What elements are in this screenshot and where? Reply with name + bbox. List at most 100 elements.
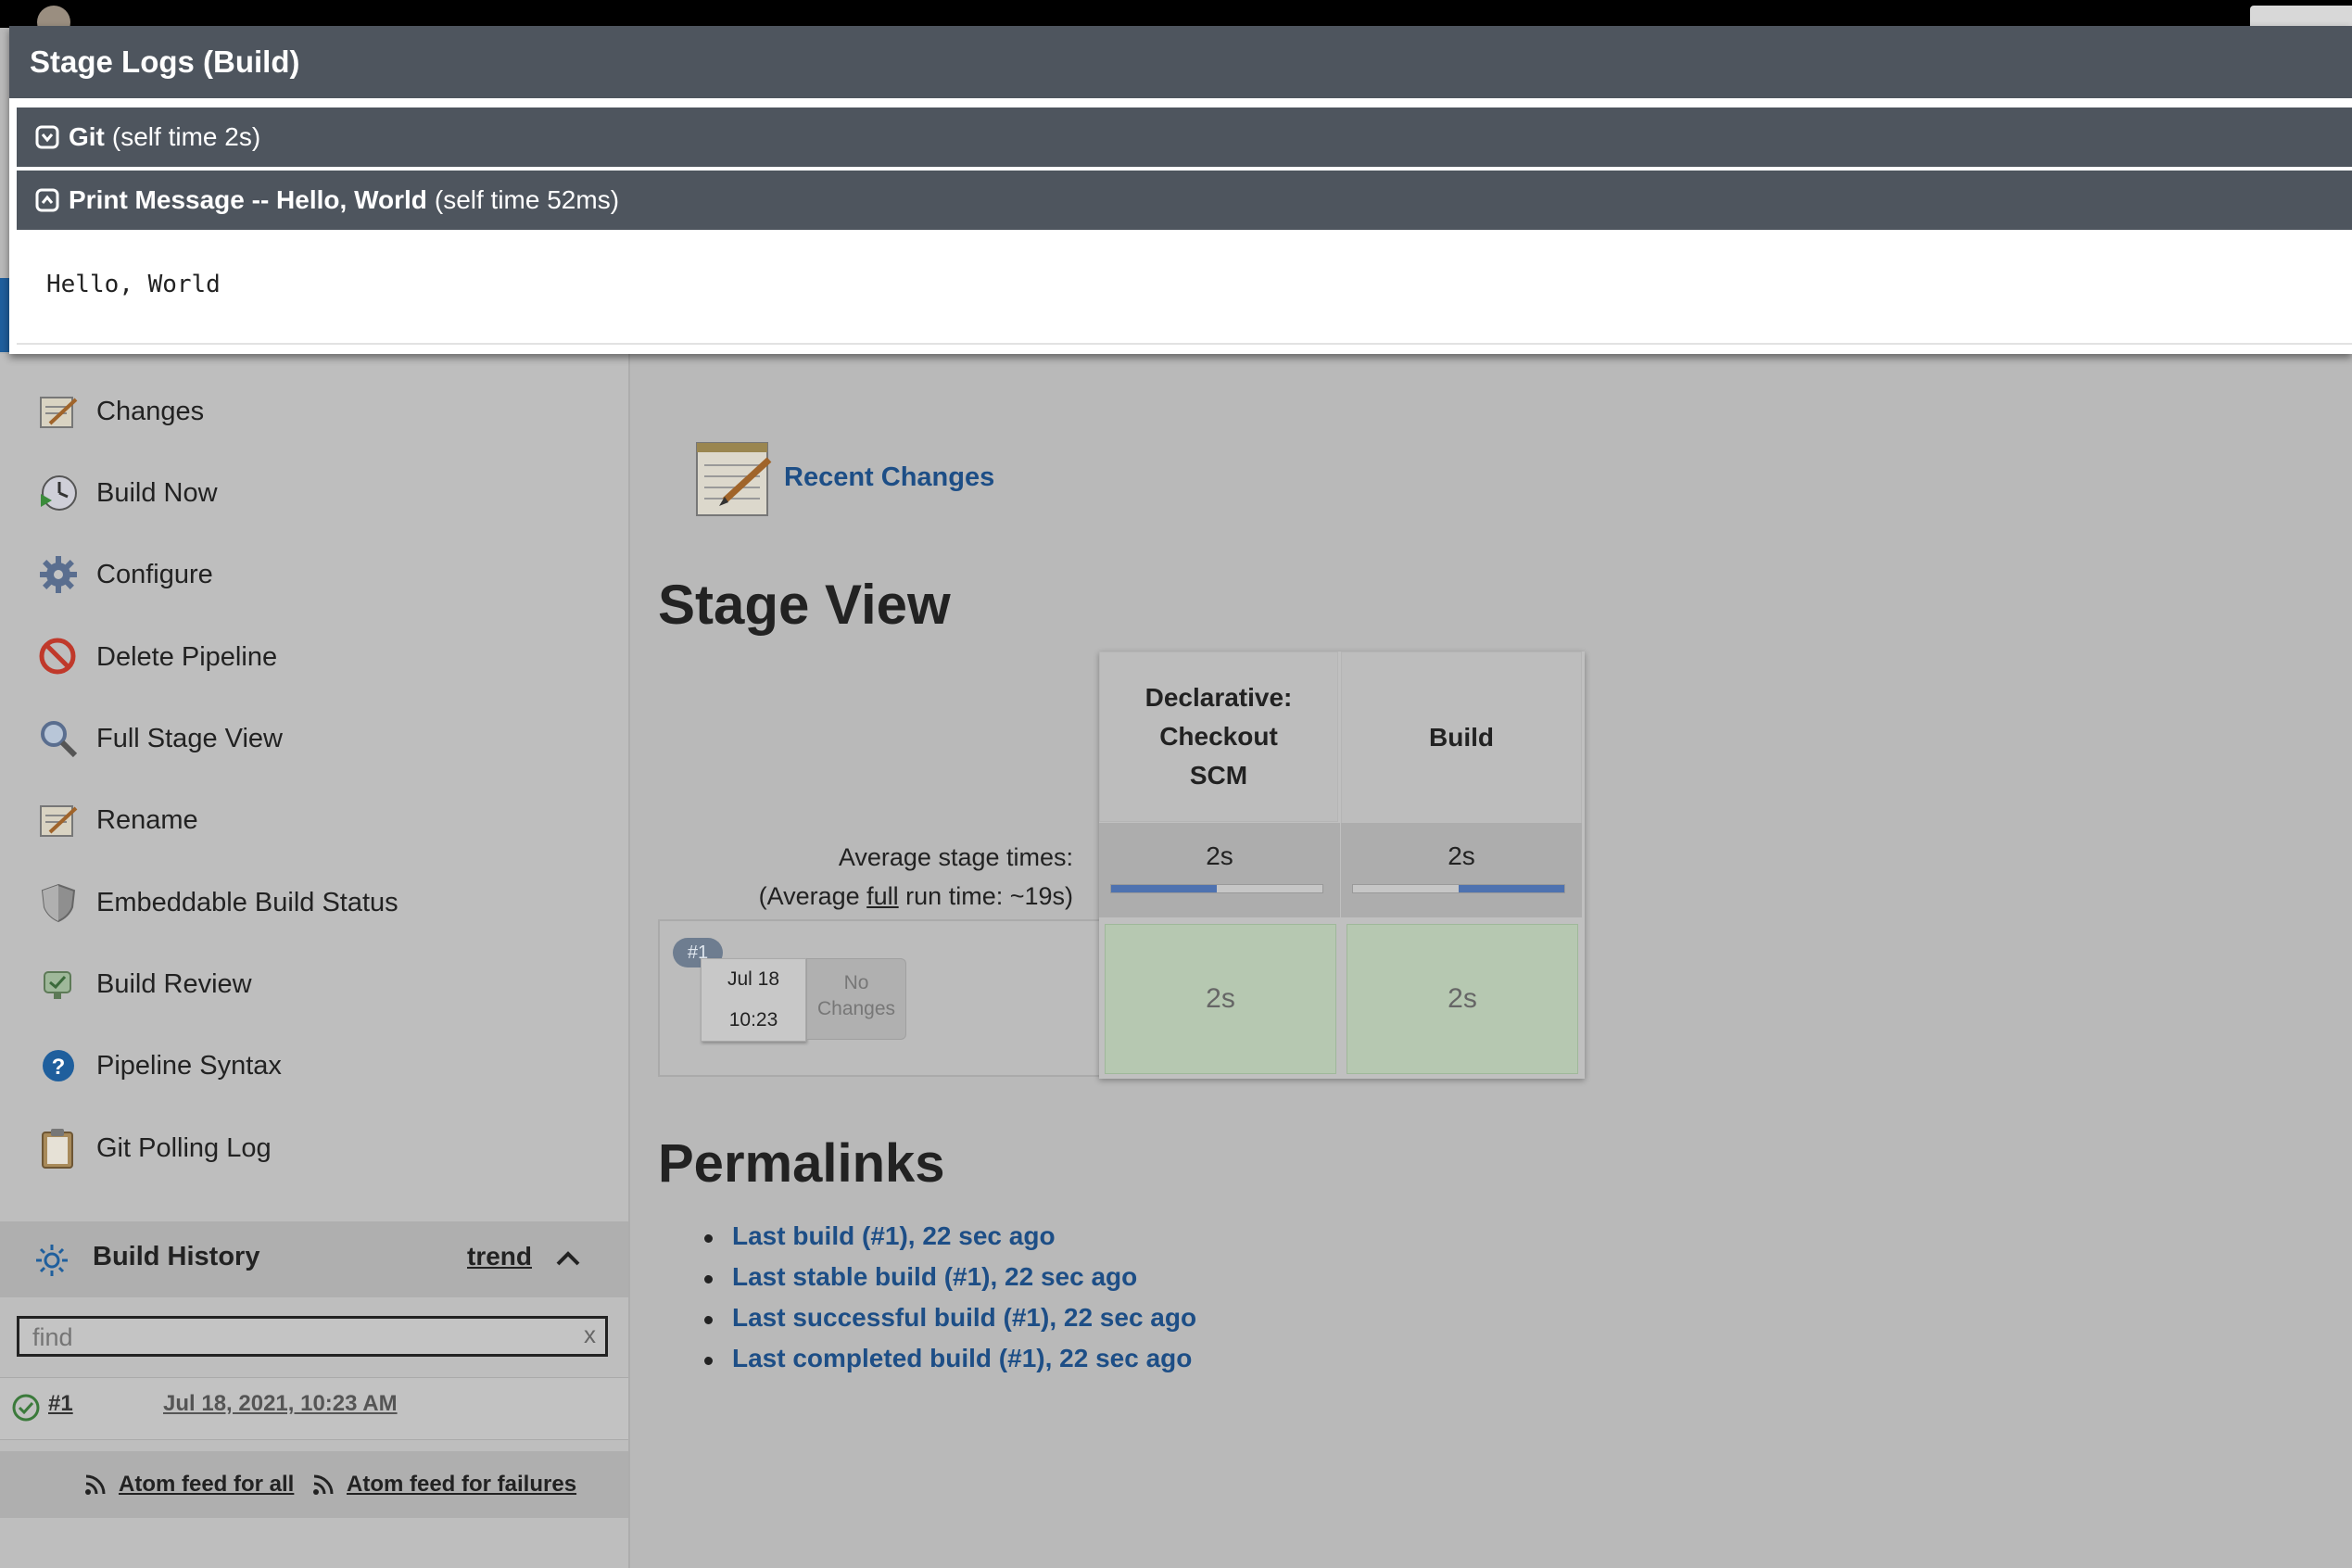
clock-play-icon	[35, 470, 82, 516]
magnifier-icon	[35, 715, 82, 762]
atom-feed-failures-label: Atom feed for failures	[347, 1472, 577, 1497]
build-number-link[interactable]: #1	[48, 1391, 73, 1417]
log-step-name: Git	[69, 122, 105, 151]
shield-icon	[35, 879, 82, 926]
no-changes-line2: Changes	[816, 998, 896, 1019]
avg-run-text: (Average full run time: ~19s)	[759, 877, 1073, 916]
task-label: Rename	[96, 804, 198, 835]
chevron-up-icon	[35, 188, 59, 212]
build-history-title: Build History	[93, 1242, 260, 1271]
task-delete-pipeline[interactable]: Delete Pipeline	[35, 629, 610, 685]
build-date-link[interactable]: Jul 18, 2021, 10:23 AM	[163, 1391, 398, 1417]
help-icon: ?	[35, 1043, 82, 1089]
task-label: Configure	[96, 559, 213, 589]
log-step-print-message[interactable]: Print Message -- Hello, World (self time…	[17, 171, 2352, 230]
permalink-last-successful-build[interactable]: Last successful build (#1), 22 sec ago	[695, 1303, 1196, 1344]
task-label: Build Now	[96, 477, 218, 508]
recent-changes-label: Recent Changes	[784, 462, 995, 492]
atom-feed-all-link[interactable]: Atom feed for all	[83, 1472, 294, 1498]
run-date-box: Jul 18 10:23	[701, 958, 806, 1042]
build-search-box: x	[17, 1316, 608, 1357]
no-changes-line1: No	[843, 972, 869, 993]
log-step-name: Print Message -- Hello, World	[69, 185, 427, 214]
run-time: 10:23	[728, 1009, 778, 1031]
chevron-up-icon[interactable]	[552, 1244, 584, 1275]
task-pipeline-syntax[interactable]: ? Pipeline Syntax	[35, 1038, 610, 1094]
avg-run-suffix: run time: ~19s)	[898, 882, 1073, 910]
task-rename[interactable]: Rename	[35, 792, 610, 848]
task-label: Embeddable Build Status	[96, 887, 398, 917]
task-changes[interactable]: Changes	[35, 384, 610, 439]
stage-average-time: 2s	[1448, 841, 1475, 870]
log-step-time: (self time 2s)	[111, 122, 261, 151]
log-output: Hello, World	[46, 271, 221, 298]
run-date: Jul 18	[727, 968, 780, 990]
stage-run-cell[interactable]: 2s	[1347, 924, 1578, 1074]
stage-column-build: Build 2s 2s	[1341, 651, 1582, 1079]
log-step-time: (self time 52ms)	[434, 185, 620, 214]
permalink-last-stable-build[interactable]: Last stable build (#1), 22 sec ago	[695, 1262, 1196, 1303]
notepad-large-icon	[696, 442, 772, 516]
rss-icon	[85, 1474, 106, 1495]
avg-run-prefix: (Average	[758, 882, 867, 910]
atom-feed-all-label: Atom feed for all	[119, 1472, 295, 1497]
stage-average-time: 2s	[1206, 841, 1233, 870]
modal-title: Stage Logs (Build)	[9, 26, 2352, 98]
full-run-link[interactable]: full	[866, 882, 899, 910]
stage-run-cell[interactable]: 2s	[1105, 924, 1336, 1074]
permalinks-title: Permalinks	[658, 1133, 945, 1194]
stage-average-bar-fill	[1459, 885, 1564, 892]
avg-stage-text: Average stage times:	[838, 843, 1073, 871]
run-row-header: #1 Jul 18 10:23 No Changes	[658, 919, 1101, 1077]
gear-icon	[35, 551, 82, 598]
task-full-stage-view[interactable]: Full Stage View	[35, 711, 610, 766]
stage-average-bar	[1110, 884, 1323, 893]
breadcrumb-edge	[0, 278, 9, 352]
feed-links: Atom feed for all Atom feed for failures	[0, 1451, 628, 1518]
stage-header: Build	[1341, 651, 1582, 824]
stage-grid: Declarative: Checkout SCM 2s 2s Build 2s…	[1099, 651, 1585, 1079]
permalink-last-build[interactable]: Last build (#1), 22 sec ago	[695, 1221, 1196, 1262]
task-git-polling-log[interactable]: Git Polling Log	[35, 1120, 610, 1176]
run-changes[interactable]: No Changes	[806, 958, 906, 1040]
permalink-last-completed-build[interactable]: Last completed build (#1), 22 sec ago	[695, 1344, 1196, 1385]
task-build-now[interactable]: Build Now	[35, 465, 610, 521]
chevron-down-icon	[35, 125, 59, 149]
top-header-bar	[0, 0, 2352, 43]
trend-link[interactable]: trend	[467, 1242, 532, 1271]
rss-icon	[313, 1474, 334, 1495]
recent-changes-link[interactable]: Recent Changes	[691, 436, 994, 519]
task-label: Build Review	[96, 968, 252, 999]
build-history-header: Build History trend	[0, 1221, 628, 1297]
log-step-git[interactable]: Git (self time 2s)	[17, 107, 2352, 167]
clear-search-button[interactable]: x	[584, 1321, 596, 1349]
clipboard-icon	[35, 1125, 82, 1171]
task-configure[interactable]: Configure	[35, 547, 610, 602]
notepad-icon	[35, 797, 82, 843]
stage-header: Declarative: Checkout SCM	[1099, 651, 1338, 822]
task-label: Delete Pipeline	[96, 641, 278, 672]
modal-divider	[17, 343, 2352, 345]
atom-feed-failures-link[interactable]: Atom feed for failures	[311, 1472, 576, 1498]
build-history-sun-icon	[36, 1245, 68, 1276]
average-stage-times-label: Average stage times: (Average full run t…	[759, 838, 1073, 916]
task-label: Git Polling Log	[96, 1132, 272, 1163]
no-entry-icon	[35, 634, 82, 680]
svg-text:?: ?	[52, 1055, 66, 1080]
task-embeddable-build-status[interactable]: Embeddable Build Status	[35, 875, 610, 930]
stage-column-checkout: Declarative: Checkout SCM 2s 2s	[1099, 651, 1340, 1079]
task-build-review[interactable]: Build Review	[35, 956, 610, 1012]
build-history-row: #1 Jul 18, 2021, 10:23 AM	[0, 1377, 628, 1440]
stage-view-title: Stage View	[658, 574, 951, 636]
stage-logs-modal: Stage Logs (Build) Git (self time 2s) Pr…	[9, 26, 2352, 354]
stage-average-bar-fill	[1111, 885, 1217, 892]
build-search-input[interactable]	[19, 1319, 553, 1356]
task-label: Pipeline Syntax	[96, 1050, 282, 1081]
success-check-icon	[12, 1394, 40, 1422]
task-label: Full Stage View	[96, 723, 283, 753]
stage-average-bar	[1352, 884, 1565, 893]
stage-average: 2s	[1099, 823, 1340, 917]
notepad-icon	[35, 388, 82, 435]
review-icon	[35, 961, 82, 1007]
stage-average: 2s	[1341, 823, 1582, 917]
